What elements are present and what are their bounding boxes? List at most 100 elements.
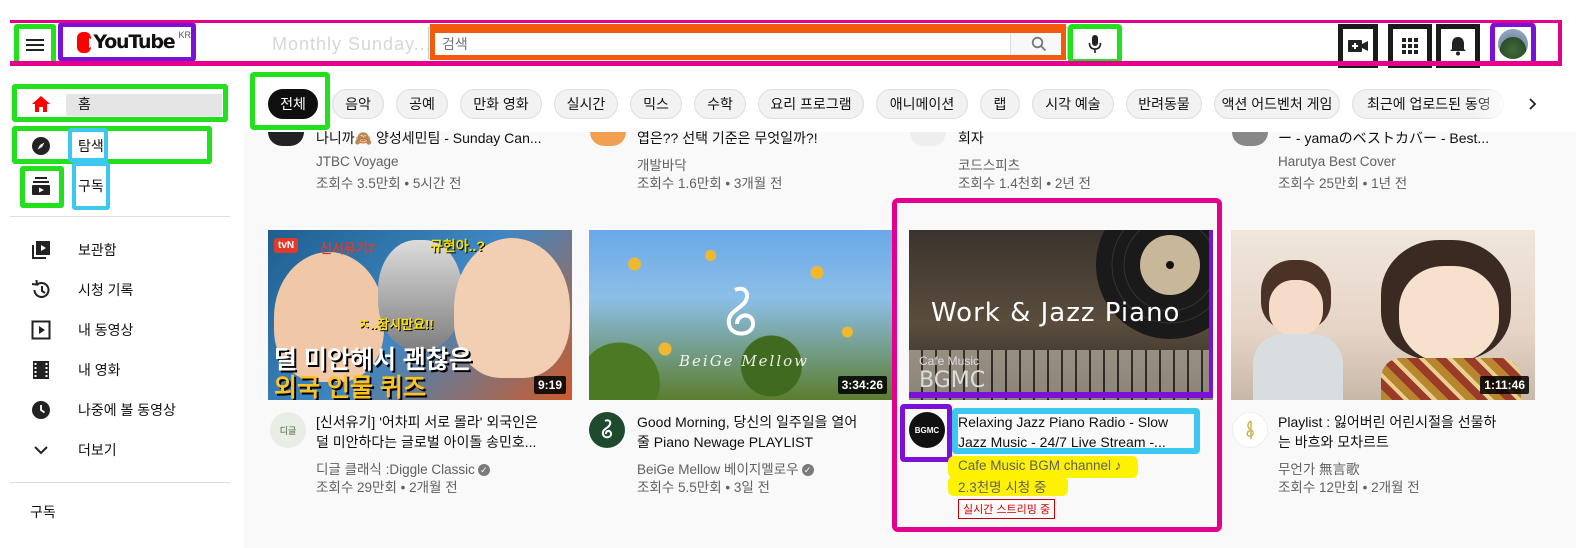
subscriptions-section-title: 구독 <box>30 504 56 520</box>
channel-avatar[interactable] <box>589 412 625 448</box>
thumbnail-caption-top: 신서유기7 <box>320 241 376 256</box>
channel-avatar <box>590 132 626 146</box>
treble-clef-icon <box>1246 420 1254 439</box>
chip-action-adventure[interactable]: 액션 어드벤처 게임 <box>1214 89 1340 119</box>
voice-search-button[interactable] <box>1068 24 1122 64</box>
video-title[interactable]: [신서유기] '어차피 서로 몰라' 외국인은 덜 미안하다는 글로벌 아이돌 … <box>316 412 556 452</box>
thumbnail-caption-mid: ㅈ..잠시만요!! <box>358 317 434 332</box>
chip-next-button[interactable] <box>1520 90 1544 118</box>
video-title-line: 덜 미안하다는 글로벌 아이돌 송민호... <box>316 434 537 450</box>
video-title-line: 는 바흐와 모차르트 <box>1278 434 1389 450</box>
video-metadata: 조회수 12만회 • 2개월 전 <box>1278 480 1420 495</box>
sidebar-item-label: 탐색 <box>78 138 104 154</box>
video-title[interactable]: Good Morning, 당신의 일주일을 열어 줄 Piano Newage… <box>637 412 877 452</box>
verified-icon: ✓ <box>801 464 814 477</box>
video-title-line: Relaxing Jazz Piano Radio - Slow <box>958 414 1169 430</box>
sidebar-item-history[interactable]: 시청 기록 <box>0 270 244 310</box>
chip-anime[interactable]: 애니메이션 <box>876 89 968 119</box>
video-title[interactable]: Playlist : 잃어버린 어린시절을 선물하 는 바흐와 모차르트 <box>1278 412 1518 452</box>
your-videos-icon <box>30 319 52 341</box>
live-badge: 실시간 스트리밍 중 <box>958 499 1056 519</box>
channel-name[interactable]: BeiGe Mellow 베이지멜로우 ✓ <box>637 458 814 478</box>
chip-animation-film[interactable]: 만화 영화 <box>460 89 542 119</box>
viewers-count: 2.3천명 시청 중 <box>958 480 1047 495</box>
sidebar-item-explore[interactable]: 탐색 <box>0 126 244 166</box>
chevron-right-icon <box>1529 98 1536 110</box>
search-input[interactable] <box>442 33 1002 55</box>
sidebar-item-label: 홈 <box>78 96 91 112</box>
channel-name[interactable]: 코드스피츠 <box>958 154 1020 174</box>
microphone-icon <box>1088 35 1102 53</box>
channel-avatar[interactable]: 디글 <box>270 412 306 448</box>
sidebar-item-watch-later[interactable]: 나중에 볼 동영상 <box>0 390 244 430</box>
sidebar-item-more[interactable]: 더보기 <box>0 430 244 470</box>
channel-name-text: 디글 클래식 :Diggle Classic <box>316 462 475 477</box>
video-metadata: 조회수 29만회 • 2개월 전 <box>316 480 458 495</box>
chip-all[interactable]: 전체 <box>268 89 318 119</box>
chip-bar: 전체 음악 공예 만화 영화 실시간 믹스 수학 요리 프로그램 애니메이션 랩… <box>244 70 1576 132</box>
thumbnail-figure-left-face <box>1269 280 1323 336</box>
thumbnail-annotation <box>909 230 1213 398</box>
account-button[interactable] <box>1490 22 1536 66</box>
logo-text: YouTube <box>93 31 175 53</box>
video-thumbnail[interactable]: tvN 신서유기7 규현아..? ㅈ..잠시만요!! 덜 미안해서 괜찮은 외국… <box>268 230 572 400</box>
channel-name[interactable]: 디글 클래식 :Diggle Classic ✓ <box>316 458 490 478</box>
sidebar-item-label: 내 영화 <box>78 362 121 378</box>
chip-cooking[interactable]: 요리 프로그램 <box>758 89 864 119</box>
video-title-line: Playlist : 잃어버린 어린시절을 선물하 <box>1278 414 1497 430</box>
chip-math[interactable]: 수학 <box>694 89 746 119</box>
sidebar-item-home[interactable]: 홈 <box>0 84 244 124</box>
sidebar-item-subscriptions[interactable]: 구독 <box>0 162 244 210</box>
beige-mellow-avatar-icon <box>601 419 613 439</box>
apps-button[interactable] <box>1388 24 1432 68</box>
channel-avatar[interactable]: BGMC <box>909 412 945 448</box>
thumbnail-figure-right-face <box>1399 266 1499 362</box>
video-title[interactable]: 회자 <box>958 128 1198 148</box>
notifications-button[interactable] <box>1436 24 1480 68</box>
channel-name[interactable]: Cafe Music BGM channel ♪ <box>958 458 1122 473</box>
video-camera-plus-icon <box>1348 40 1368 52</box>
verified-icon: ✓ <box>477 464 490 477</box>
guide-menu-button[interactable] <box>14 24 56 66</box>
youtube-logo[interactable]: YouTube KR <box>58 22 196 62</box>
video-title-line: Good Morning, 당신의 일주일을 열어 <box>637 414 858 430</box>
video-thumbnail[interactable]: Work & Jazz Piano Cafe Music BGMC <box>909 230 1213 400</box>
channel-name[interactable]: 무언가 無言歌 <box>1278 458 1360 478</box>
thumbnail-face-middle <box>378 240 462 350</box>
divider <box>10 216 230 217</box>
thumbnail-caption-question: 규현아..? <box>430 238 485 254</box>
channel-name[interactable]: 개발바닥 <box>637 154 687 174</box>
channel-name[interactable]: JTBC Voyage <box>316 154 399 169</box>
video-thumbnail[interactable]: 1:11:46 <box>1231 230 1535 400</box>
chip-mix[interactable]: 믹스 <box>630 89 682 119</box>
channel-avatar <box>268 132 304 146</box>
avatar <box>1498 29 1528 59</box>
apps-grid-icon <box>1402 38 1418 54</box>
chip-pets[interactable]: 반려동물 <box>1126 89 1202 119</box>
video-title[interactable]: ー - yamaのベストカバー - Best... <box>1278 128 1518 148</box>
chip-rap[interactable]: 랩 <box>980 89 1020 119</box>
channel-avatar[interactable] <box>1232 412 1268 448</box>
video-thumbnail[interactable]: BeiGe Mellow 3:34:26 <box>589 230 893 400</box>
chip-crafts[interactable]: 공예 <box>396 89 448 119</box>
library-icon <box>30 239 52 261</box>
sidebar-item-movies[interactable]: 내 영화 <box>0 350 244 390</box>
video-title[interactable]: Relaxing Jazz Piano Radio - Slow Jazz Mu… <box>958 412 1198 452</box>
video-metadata: 조회수 1.6만회 • 3개월 전 <box>637 176 783 191</box>
channel-name[interactable]: Harutya Best Cover <box>1278 154 1396 169</box>
film-icon <box>30 359 52 381</box>
chip-fade <box>1474 80 1520 124</box>
create-button[interactable] <box>1338 24 1378 68</box>
sidebar-item-your-videos[interactable]: 내 동영상 <box>0 310 244 350</box>
video-title[interactable]: 엽은?? 선택 기준은 무엇일까?! <box>637 128 877 148</box>
ghost-text: Monthly Sunday... <box>272 34 432 54</box>
chip-visual-arts[interactable]: 시각 예술 <box>1032 89 1114 119</box>
logo-region: KR <box>178 30 191 40</box>
chip-music[interactable]: 음악 <box>332 89 384 119</box>
sidebar-item-library[interactable]: 보관함 <box>0 230 244 270</box>
history-icon <box>30 279 52 301</box>
masthead: YouTube KR Monthly Sunday... <box>0 0 1576 70</box>
search-button[interactable] <box>1010 30 1066 58</box>
chip-live[interactable]: 실시간 <box>554 89 618 119</box>
video-title[interactable]: 나니까🙈 양성세민팀 - Sunday Can... <box>316 128 556 148</box>
